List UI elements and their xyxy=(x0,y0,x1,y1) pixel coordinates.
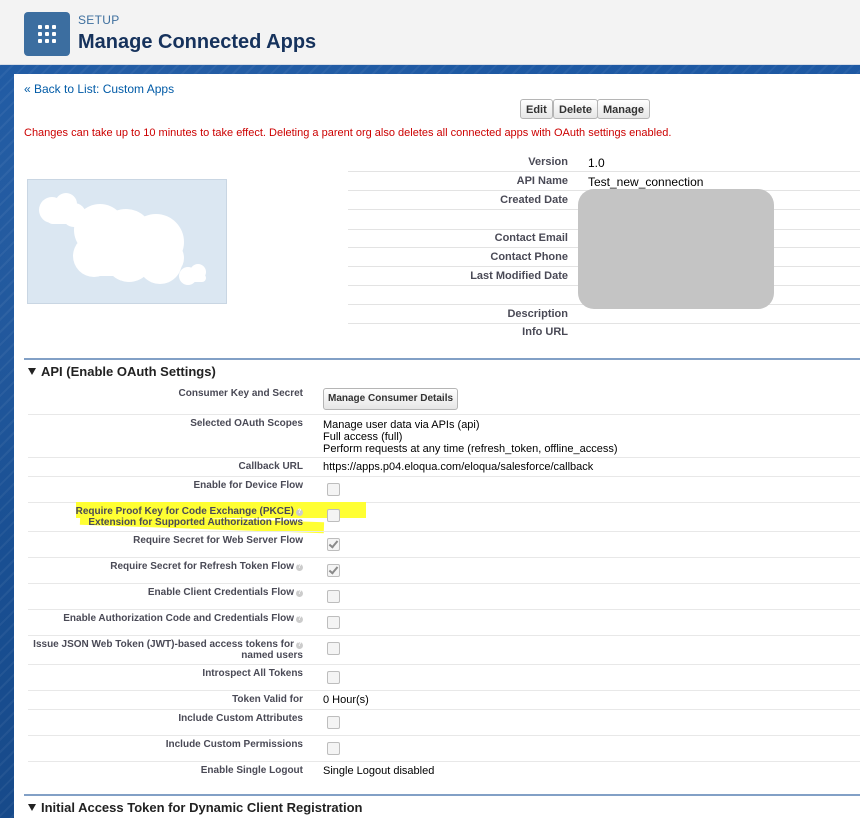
info-url-label: Info URL xyxy=(522,326,568,338)
secret-refresh-label-text: Require Secret for Refresh Token Flow xyxy=(110,561,294,572)
manage-button[interactable]: Manage xyxy=(597,99,650,119)
app-logo-image xyxy=(27,179,227,304)
divider xyxy=(28,531,860,532)
callback-url-label: Callback URL xyxy=(238,461,303,472)
description-label: Description xyxy=(507,308,568,320)
jwt-checkbox[interactable] xyxy=(327,642,340,655)
collapse-triangle-icon xyxy=(28,804,36,811)
help-icon[interactable]: ? xyxy=(296,642,303,649)
client-credentials-label-text: Enable Client Credentials Flow xyxy=(147,587,294,598)
oauth-scopes-label: Selected OAuth Scopes xyxy=(190,418,303,429)
setup-header: SETUP Manage Connected Apps xyxy=(0,0,860,65)
last-modified-label: Last Modified Date xyxy=(470,270,568,282)
device-flow-checkbox[interactable] xyxy=(327,483,340,496)
divider xyxy=(28,414,860,415)
auth-code-credentials-label-text: Enable Authorization Code and Credential… xyxy=(63,613,294,624)
divider xyxy=(348,323,860,324)
version-label: Version xyxy=(528,156,568,168)
callback-url-value: https://apps.p04.eloqua.com/eloqua/sales… xyxy=(323,461,594,473)
pkce-label-line1: Require Proof Key for Code Exchange (PKC… xyxy=(75,506,294,517)
divider xyxy=(28,635,860,636)
divider xyxy=(28,664,860,665)
device-flow-label: Enable for Device Flow xyxy=(193,480,303,491)
secret-web-server-checkbox[interactable] xyxy=(327,538,340,551)
single-logout-label: Enable Single Logout xyxy=(200,765,303,776)
jwt-label-line1: Issue JSON Web Token (JWT)-based access … xyxy=(33,639,294,650)
divider xyxy=(28,583,860,584)
redacted-area xyxy=(578,189,774,309)
secret-web-server-label: Require Secret for Web Server Flow xyxy=(133,535,303,546)
version-value: 1.0 xyxy=(588,156,605,170)
divider xyxy=(28,690,860,691)
pkce-checkbox[interactable] xyxy=(327,509,340,522)
collapse-triangle-icon xyxy=(28,368,36,375)
app-launcher-icon[interactable] xyxy=(24,12,70,56)
oauth-scope-item: Full access (full) xyxy=(323,431,403,443)
consumer-key-label: Consumer Key and Secret xyxy=(178,388,304,399)
pkce-label: Require Proof Key for Code Exchange (PKC… xyxy=(23,506,303,528)
single-logout-value: Single Logout disabled xyxy=(323,765,435,777)
divider xyxy=(28,735,860,736)
section-divider xyxy=(24,794,860,796)
contact-phone-label: Contact Phone xyxy=(490,251,568,263)
auth-code-credentials-checkbox[interactable] xyxy=(327,616,340,629)
client-credentials-label: Enable Client Credentials Flow? xyxy=(23,587,303,598)
token-valid-label: Token Valid for xyxy=(232,694,303,705)
client-credentials-checkbox[interactable] xyxy=(327,590,340,603)
api-section-title-text: API (Enable OAuth Settings) xyxy=(41,364,216,379)
cloud-icon xyxy=(39,193,206,285)
page-title: Manage Connected Apps xyxy=(78,31,317,53)
detail-panel: « Back to List: Custom Apps Edit Delete … xyxy=(14,74,860,818)
created-date-label: Created Date xyxy=(500,194,568,206)
initial-access-section-title[interactable]: Initial Access Token for Dynamic Client … xyxy=(28,800,362,815)
divider xyxy=(28,609,860,610)
divider xyxy=(348,171,860,172)
help-icon[interactable]: ? xyxy=(296,590,303,597)
help-icon[interactable]: ? xyxy=(296,509,303,516)
oauth-scope-item: Manage user data via APIs (api) xyxy=(323,419,480,431)
custom-attributes-checkbox[interactable] xyxy=(327,716,340,729)
help-icon[interactable]: ? xyxy=(296,564,303,571)
auth-code-credentials-label: Enable Authorization Code and Credential… xyxy=(23,613,303,624)
section-divider xyxy=(24,358,860,360)
manage-consumer-details-button[interactable]: Manage Consumer Details xyxy=(323,388,459,410)
introspect-tokens-checkbox[interactable] xyxy=(327,671,340,684)
edit-button[interactable]: Edit xyxy=(520,99,553,119)
delete-button[interactable]: Delete xyxy=(553,99,599,119)
secret-refresh-label: Require Secret for Refresh Token Flow? xyxy=(23,561,303,572)
token-valid-value: 0 Hour(s) xyxy=(323,694,369,706)
contact-email-label: Contact Email xyxy=(494,232,568,244)
custom-permissions-label: Include Custom Permissions xyxy=(165,739,303,750)
divider xyxy=(28,761,860,762)
pkce-label-line2: Extension for Supported Authorization Fl… xyxy=(88,517,303,528)
divider xyxy=(28,557,860,558)
oauth-scope-item: Perform requests at any time (refresh_to… xyxy=(323,443,618,455)
header-eyebrow: SETUP xyxy=(78,13,120,27)
api-name-value: Test_new_connection xyxy=(588,175,704,189)
help-icon[interactable]: ? xyxy=(296,616,303,623)
back-to-list-link[interactable]: « Back to List: Custom Apps xyxy=(24,82,174,96)
initial-access-section-title-text: Initial Access Token for Dynamic Client … xyxy=(41,800,363,815)
api-name-label: API Name xyxy=(516,175,568,187)
divider xyxy=(28,457,860,458)
divider xyxy=(28,476,860,477)
secret-refresh-checkbox[interactable] xyxy=(327,564,340,577)
api-section-title[interactable]: API (Enable OAuth Settings) xyxy=(28,364,216,379)
divider xyxy=(28,709,860,710)
jwt-label: Issue JSON Web Token (JWT)-based access … xyxy=(23,639,303,661)
notice-message: Changes can take up to 10 minutes to tak… xyxy=(24,127,672,139)
custom-attributes-label: Include Custom Attributes xyxy=(178,713,303,724)
introspect-tokens-label: Introspect All Tokens xyxy=(202,668,303,679)
custom-permissions-checkbox[interactable] xyxy=(327,742,340,755)
jwt-label-line2: named users xyxy=(241,650,303,661)
